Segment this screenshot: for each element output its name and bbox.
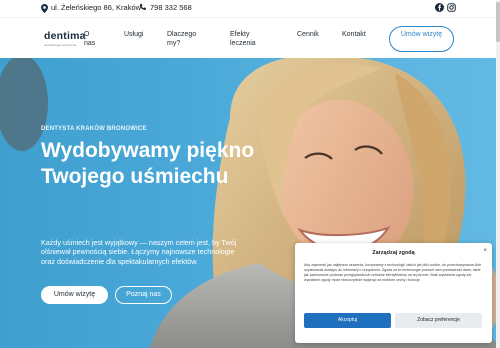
page-scrollbar[interactable]: [496, 0, 500, 348]
close-icon[interactable]: ×: [483, 248, 487, 254]
view-preferences-button[interactable]: Zobacz preferencje: [395, 313, 482, 328]
nav-item-dlaczego-my[interactable]: Dlaczego my?: [167, 30, 203, 48]
phone-icon: [139, 3, 146, 10]
top-info-bar: ul. Żeleńskiego 86, Kraków 798 332 568: [0, 0, 500, 17]
nav-item-o-nas[interactable]: O nas: [84, 30, 98, 48]
phone-number[interactable]: 798 332 568: [150, 3, 192, 12]
book-appointment-button[interactable]: Umów wizytę: [41, 286, 108, 304]
logo-wordmark: dentima: [44, 30, 86, 42]
logo-tagline: stomatologia estetyczna: [44, 43, 77, 47]
nav-item-kontakt[interactable]: Kontakt: [342, 30, 374, 39]
brand-logo[interactable]: dentima stomatologia estetyczna: [44, 30, 86, 47]
address-text: ul. Żeleńskiego 86, Kraków: [51, 3, 142, 12]
hero-lead-text: Każdy uśmiech jest wyjątkowy — naszym ce…: [41, 238, 237, 266]
facebook-icon[interactable]: [435, 3, 444, 12]
location-pin-icon: [41, 4, 48, 13]
cookie-consent-dialog: Zarządzaj zgodą × Aby zapewnić jak najle…: [295, 243, 492, 343]
book-appointment-nav-button[interactable]: Umów wizytę: [389, 26, 454, 52]
nav-item-efekty-leczenia[interactable]: Efekty leczenia: [230, 30, 264, 48]
main-navigation: dentima stomatologia estetyczna O nas Us…: [0, 17, 500, 58]
about-us-button[interactable]: Poznaj nas: [115, 286, 172, 304]
consent-description: Aby zapewnić jak najlepsze wrażenia, kor…: [304, 263, 482, 282]
nav-item-uslugi[interactable]: Usługi: [124, 30, 152, 39]
nav-item-cennik[interactable]: Cennik: [297, 30, 327, 39]
hero-headline: Wydobywamy piękno Twojego uśmiechu: [41, 139, 255, 188]
accept-button[interactable]: Akceptuj: [304, 313, 391, 328]
consent-title: Zarządzaj zgodą: [372, 250, 415, 256]
scrollbar-thumb[interactable]: [496, 2, 500, 42]
hero-eyebrow: DENTYSTA KRAKÓW BRONOWICE: [41, 126, 147, 132]
instagram-icon[interactable]: [447, 3, 456, 12]
